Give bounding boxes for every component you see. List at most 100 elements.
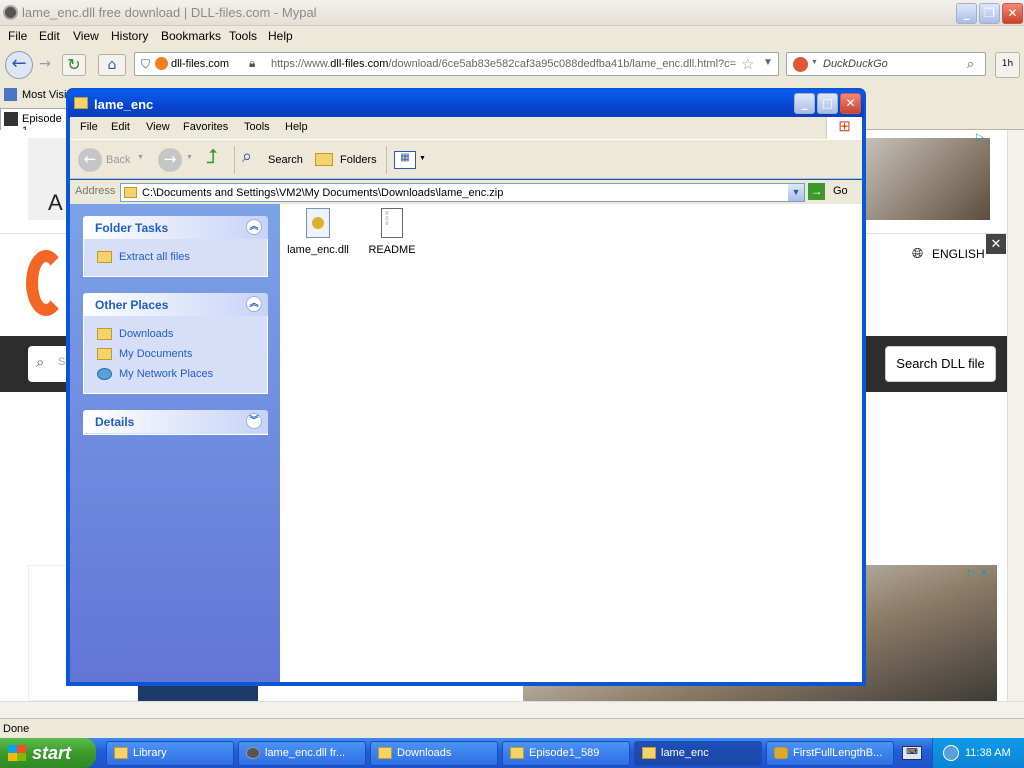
dll-search-input[interactable]: ⌕ S (28, 346, 68, 382)
file-item[interactable]: ≡ ≡ ≡ README (357, 208, 427, 256)
collapse-icon[interactable]: ︽ (246, 219, 262, 235)
search-icon: ⌕ (242, 146, 253, 166)
search-dll-button[interactable]: Search DLL file (885, 346, 996, 382)
task-lame-enc[interactable]: lame_enc (634, 741, 762, 766)
forward-arrow-icon[interactable]: → (36, 56, 54, 74)
forward-dropdown-icon[interactable]: ▼ (186, 154, 193, 161)
task-episode[interactable]: Episode1_589 (502, 741, 630, 766)
site-identity[interactable]: dll-files.com (171, 58, 229, 70)
menu-favorites[interactable]: Favorites (183, 121, 228, 133)
bookmark-star-icon[interactable]: ☆ (741, 55, 754, 73)
back-arrow-icon[interactable]: ← (5, 51, 33, 79)
back-dropdown-icon[interactable]: ▼ (137, 154, 144, 161)
my-documents-link[interactable]: My Documents (119, 348, 192, 360)
task-label: FirstFullLengthB... (793, 747, 883, 759)
browser-menu-bar: File Edit View History Bookmarks Tools H… (0, 26, 1024, 46)
explorer-close-button[interactable]: ✕ (840, 93, 861, 114)
engine-dropdown-icon[interactable]: ▼ (811, 59, 818, 66)
address-dropdown-icon[interactable]: ▼ (788, 184, 804, 201)
start-button[interactable]: start (0, 738, 96, 768)
menu-edit[interactable]: Edit (111, 121, 130, 133)
dll-files-logo-icon[interactable] (26, 250, 66, 316)
network-icon[interactable] (943, 745, 959, 761)
vertical-scrollbar[interactable] (1007, 130, 1024, 701)
menu-tools[interactable]: Tools (229, 29, 257, 43)
extract-all-files-link[interactable]: Extract all files (119, 251, 190, 263)
clock[interactable]: 11:38 AM (965, 747, 1011, 759)
explorer-title-bar[interactable]: lame_enc _ □ ✕ (68, 90, 864, 118)
zip-folder-icon (124, 187, 137, 198)
go-arrow-icon[interactable]: → (808, 183, 825, 200)
folder-tasks-header[interactable]: Folder Tasks ︽ (83, 216, 268, 239)
explorer-maximize-button[interactable]: □ (817, 93, 838, 114)
extract-icon (97, 251, 112, 263)
file-item[interactable]: lame_enc.dll (283, 208, 353, 256)
reload-icon[interactable]: ↻ (62, 54, 86, 76)
addon-badge[interactable]: 1h (995, 52, 1020, 78)
url-bar[interactable]: ⛉ dll-files.com 🔒︎ https://www.dll-files… (134, 52, 779, 76)
menu-tools[interactable]: Tools (244, 121, 270, 133)
search-bar[interactable]: ▼ DuckDuckGo ⌕ (786, 52, 986, 76)
folder-tasks-title: Folder Tasks (95, 221, 169, 235)
views-dropdown-icon[interactable]: ▼ (419, 155, 426, 162)
network-places-icon (97, 368, 112, 380)
explorer-menu-bar: File Edit View Favorites Tools Help ⊞ (70, 117, 862, 139)
close-button[interactable]: ✕ (1002, 3, 1023, 24)
horizontal-scrollbar[interactable] (0, 701, 1024, 718)
keyboard-icon[interactable]: ⌨ (902, 746, 922, 760)
start-label: start (32, 743, 72, 763)
task-label: Episode1_589 (529, 747, 600, 759)
collapse-icon[interactable]: ︽ (246, 296, 262, 312)
menu-bookmarks[interactable]: Bookmarks (161, 29, 221, 43)
forward-arrow-icon[interactable]: → (158, 148, 182, 172)
file-view (280, 204, 862, 682)
search-button[interactable]: Search (268, 154, 303, 166)
menu-file[interactable]: File (8, 29, 27, 43)
explorer-minimize-button[interactable]: _ (794, 93, 815, 114)
task-firstfulllength[interactable]: FirstFullLengthB... (766, 741, 894, 766)
other-places-body: Downloads My Documents My Network Places (83, 316, 268, 394)
windows-flag-icon (8, 745, 26, 761)
up-folder-icon[interactable]: ⮥ (206, 146, 218, 169)
other-places-header[interactable]: Other Places ︽ (83, 293, 268, 316)
menu-help[interactable]: Help (285, 121, 308, 133)
task-browser[interactable]: lame_enc.dll fr... (238, 741, 366, 766)
dll-file-icon (306, 208, 330, 238)
bookmark-most-visited[interactable]: Most Visit (22, 89, 69, 101)
my-documents-icon (97, 348, 112, 360)
close-ad-icon[interactable]: ✕ (986, 234, 1006, 254)
details-header[interactable]: Details ︾ (83, 410, 268, 433)
go-button[interactable]: Go (833, 185, 848, 197)
bookmark-icon (4, 88, 17, 101)
menu-edit[interactable]: Edit (39, 29, 60, 43)
ad-choices-icon[interactable]: ▷ (976, 132, 984, 143)
views-icon[interactable]: ▦ (394, 151, 416, 169)
tab-episode[interactable]: Episode 1 (0, 108, 68, 137)
address-input[interactable]: C:\Documents and Settings\VM2\My Documen… (120, 183, 805, 202)
back-button[interactable]: Back (106, 154, 130, 166)
home-icon[interactable]: ⌂ (98, 54, 126, 76)
expand-icon[interactable]: ︾ (246, 413, 262, 429)
dropdown-arrow-icon[interactable]: ▼ (763, 57, 773, 68)
ad-strip[interactable] (138, 685, 258, 701)
search-icon[interactable]: ⌕ (967, 56, 974, 72)
menu-file[interactable]: File (80, 121, 98, 133)
url-text[interactable]: https://www.dll-files.com/download/6ce5a… (271, 58, 739, 70)
menu-history[interactable]: History (111, 29, 148, 43)
ad-close-icons[interactable]: ▷ ✕ (968, 566, 989, 579)
task-label: Library (133, 747, 167, 759)
downloads-link[interactable]: Downloads (119, 328, 173, 340)
back-arrow-icon[interactable]: ← (78, 148, 102, 172)
menu-help[interactable]: Help (268, 29, 293, 43)
ad-image-sofa[interactable] (862, 138, 990, 220)
task-library[interactable]: Library (106, 741, 234, 766)
language-selector[interactable]: ENGLISH (932, 247, 985, 261)
minimize-button[interactable]: _ (956, 3, 977, 24)
menu-view[interactable]: View (73, 29, 99, 43)
menu-view[interactable]: View (146, 121, 170, 133)
my-network-places-link[interactable]: My Network Places (119, 368, 213, 380)
folders-button[interactable]: Folders (340, 154, 377, 166)
task-downloads[interactable]: Downloads (370, 741, 498, 766)
ad-banner-left[interactable]: A (28, 138, 68, 220)
restore-button[interactable]: ❐ (979, 3, 1000, 24)
